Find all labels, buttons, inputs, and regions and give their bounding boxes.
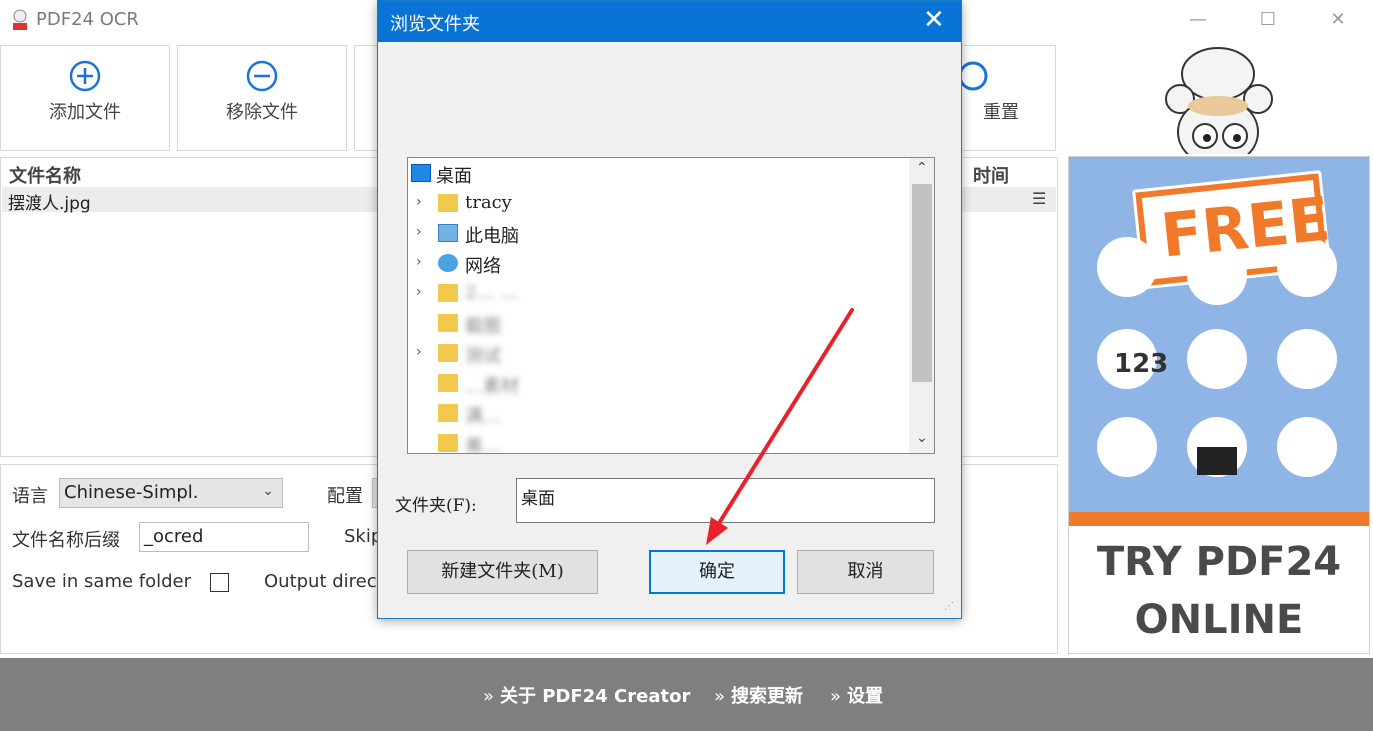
- folder-icon: [438, 404, 458, 422]
- app-title: PDF24 OCR: [36, 9, 139, 30]
- folder-icon: [438, 344, 458, 362]
- same-folder-checkbox[interactable]: [210, 573, 229, 592]
- footer-link-about-label: 关于 PDF24 Creator: [500, 686, 691, 707]
- folder-icon: [438, 374, 458, 392]
- folder-icon: [438, 284, 458, 302]
- suffix-input[interactable]: _ocred: [139, 522, 309, 552]
- minimize-icon[interactable]: —: [1178, 8, 1218, 32]
- desktop-icon: [411, 164, 431, 182]
- language-value: Chinese-Simpl.: [64, 482, 199, 503]
- folder-tree[interactable]: 桌面 › tracy › 此电脑 › 网络 › 2… … 截图 › 测试 …素材…: [407, 157, 935, 454]
- folder-field-label: 文件夹(F):: [395, 496, 477, 516]
- chevron-right-icon[interactable]: ›: [416, 344, 422, 360]
- maximize-icon[interactable]: ☐: [1248, 8, 1288, 32]
- tree-item-label: 桌面: [436, 166, 472, 187]
- ad-banner[interactable]: 123 FREE TRY PDF24 ONLINE: [1068, 156, 1370, 654]
- ad-line1: TRY PDF24: [1096, 539, 1342, 585]
- scrollbar-thumb[interactable]: [912, 184, 932, 382]
- folder-icon: [438, 434, 458, 452]
- tree-item-label: 网络: [465, 256, 501, 277]
- tree-item-label: 2… …: [465, 282, 519, 303]
- ad-divider: [1069, 512, 1369, 526]
- footer-bar: » 关于 PDF24 Creator » 搜索更新 » 设置: [0, 658, 1373, 731]
- footer-link-about[interactable]: » 关于 PDF24 Creator: [483, 682, 690, 708]
- ad-blue-area: 123 FREE: [1069, 157, 1369, 512]
- browse-folder-dialog: 浏览文件夹 ✕ 桌面 › tracy › 此电脑 › 网络 › 2… … 截图 …: [377, 0, 962, 619]
- tree-item-desktop[interactable]: 桌面: [408, 160, 908, 188]
- column-header-name[interactable]: 文件名称: [9, 162, 81, 188]
- minus-circle-icon: [246, 60, 278, 92]
- add-file-button[interactable]: 添加文件: [0, 45, 170, 151]
- ok-button[interactable]: 确定: [649, 550, 785, 594]
- tree-item-folder[interactable]: …素材: [408, 370, 908, 398]
- scroll-down-icon[interactable]: ⌄: [916, 430, 928, 446]
- tree-item-tracy[interactable]: › tracy: [408, 190, 908, 218]
- tree-item-label: 测试: [465, 346, 501, 367]
- chevron-down-icon: ⌄: [262, 483, 274, 499]
- mascot-image: [1165, 47, 1273, 154]
- chevron-right-icon[interactable]: ›: [416, 254, 422, 270]
- remove-file-label: 移除文件: [226, 102, 298, 123]
- suffix-label: 文件名称后缀: [12, 530, 120, 551]
- close-window-icon[interactable]: ✕: [1318, 8, 1358, 32]
- folder-input[interactable]: 桌面: [516, 478, 935, 523]
- dialog-titlebar: 浏览文件夹 ✕: [378, 1, 961, 42]
- computer-icon: [438, 224, 458, 242]
- folder-icon: [438, 314, 458, 332]
- tree-item-label: 此电脑: [465, 226, 519, 247]
- tree-item-label: 截图: [465, 316, 501, 337]
- pdf24-logo-icon: [13, 9, 27, 30]
- chevron-right-icon[interactable]: ›: [416, 194, 422, 210]
- resize-grip-icon[interactable]: ⋰: [944, 601, 954, 612]
- tree-item-this-pc[interactable]: › 此电脑: [408, 220, 908, 248]
- tree-item-folder[interactable]: › 测试: [408, 340, 908, 368]
- network-icon: [438, 254, 458, 272]
- tree-item-label: 满…: [465, 406, 501, 427]
- column-header-time[interactable]: 时间: [973, 162, 1009, 188]
- tree-item-label: 美…: [465, 436, 501, 454]
- footer-link-settings[interactable]: » 设置: [830, 682, 883, 708]
- new-folder-button[interactable]: 新建文件夹(M): [407, 550, 598, 594]
- ad-line2: ONLINE: [1134, 597, 1304, 643]
- dialog-title: 浏览文件夹: [390, 14, 480, 35]
- remove-file-button[interactable]: 移除文件: [177, 45, 347, 151]
- output-dir-label: Output direc: [264, 571, 377, 592]
- svg-text:123: 123: [1114, 349, 1168, 379]
- dialog-close-icon[interactable]: ✕: [923, 5, 945, 35]
- reset-label: 重置: [983, 102, 1019, 123]
- tree-scrollbar[interactable]: ⌃ ⌄: [909, 158, 934, 453]
- folder-input-value: 桌面: [521, 489, 555, 509]
- cancel-button[interactable]: 取消: [797, 550, 934, 594]
- tree-item-folder[interactable]: 美…: [408, 430, 908, 454]
- file-name: 摆渡人.jpg: [8, 194, 91, 214]
- config-label: 配置: [327, 486, 363, 507]
- tree-item-label: tracy: [465, 192, 512, 213]
- footer-link-updates-label: 搜索更新: [731, 686, 804, 707]
- tree-item-folder[interactable]: 满…: [408, 400, 908, 428]
- row-menu-icon[interactable]: ☰: [1032, 189, 1046, 208]
- footer-link-settings-label: 设置: [847, 686, 884, 707]
- scroll-up-icon[interactable]: ⌃: [916, 160, 928, 176]
- chevron-right-icon[interactable]: ›: [416, 284, 422, 300]
- user-folder-icon: [438, 194, 458, 212]
- plus-circle-icon: [69, 60, 101, 92]
- tree-item-label: …素材: [465, 376, 519, 397]
- tree-item-folder[interactable]: 截图: [408, 310, 908, 338]
- chevron-right-icon[interactable]: ›: [416, 224, 422, 240]
- language-select[interactable]: Chinese-Simpl. ⌄: [59, 478, 283, 508]
- suffix-value: _ocred: [144, 526, 204, 547]
- tree-item-network[interactable]: › 网络: [408, 250, 908, 278]
- same-folder-label: Save in same folder: [12, 571, 192, 592]
- footer-link-updates[interactable]: » 搜索更新: [714, 682, 803, 708]
- language-label: 语言: [12, 486, 48, 507]
- add-file-label: 添加文件: [49, 102, 121, 123]
- tree-item-folder[interactable]: › 2… …: [408, 280, 908, 308]
